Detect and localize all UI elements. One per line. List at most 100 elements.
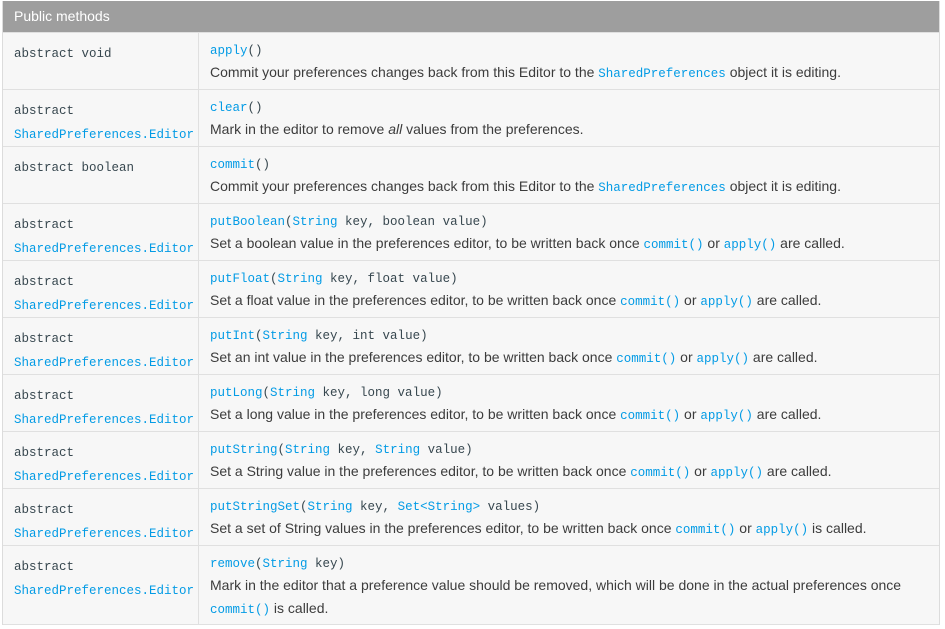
commit-link[interactable]: commit() [644,238,704,252]
param-type-link[interactable]: String [263,329,308,343]
return-type-cell: abstract void [3,33,199,89]
method-description: Mark in the editor that a preference val… [210,577,902,617]
commit-link[interactable]: commit() [675,523,735,537]
method-description: Set a String value in the preferences ed… [210,463,832,480]
public-methods-table: Public methods abstract void apply() Com… [2,1,940,625]
return-type-keyword: abstract [14,389,75,403]
return-type: abstract void [14,47,112,61]
method-link-commit[interactable]: commit [210,158,255,172]
return-type-cell: abstract SharedPreferences.Editor [3,375,199,431]
return-type-keyword: abstract [14,503,75,517]
method-link-putint[interactable]: putInt [210,329,255,343]
param-type-link[interactable]: String [308,500,353,514]
method-link-putstring[interactable]: putString [210,443,278,457]
method-link-remove[interactable]: remove [210,557,255,571]
apply-link[interactable]: apply() [756,523,809,537]
return-type-link[interactable]: SharedPreferences.Editor [14,579,198,603]
method-description: Commit your preferences changes back fro… [210,178,841,195]
method-description: Set a long value in the preferences edit… [210,406,822,423]
method-signature: clear() [210,101,263,115]
method-signature: putLong(String key, long value) [210,386,443,400]
method-row-putlong: abstract SharedPreferences.Editor putLon… [3,374,939,431]
return-type-keyword: abstract [14,218,75,232]
method-row-remove: abstract SharedPreferences.Editor remove… [3,545,939,625]
return-type-keyword: abstract [14,104,75,118]
return-type: abstract boolean [14,161,135,175]
commit-link[interactable]: commit() [620,409,680,423]
method-cell: putString(String key, String value) Set … [199,432,939,488]
apply-link[interactable]: apply() [724,238,777,252]
method-signature: commit() [210,158,271,172]
method-row-putint: abstract SharedPreferences.Editor putInt… [3,317,939,374]
table-header: Public methods [3,1,939,32]
method-signature: remove(String key) [210,557,346,571]
return-type-cell: abstract SharedPreferences.Editor [3,432,199,488]
method-row-apply: abstract void apply() Commit your prefer… [3,32,939,89]
method-link-clear[interactable]: clear [210,101,248,115]
apply-link[interactable]: apply() [700,295,753,309]
param-type-link[interactable]: String [293,215,338,229]
return-type-link[interactable]: SharedPreferences.Editor [14,408,198,432]
return-type-keyword: abstract [14,275,75,289]
method-signature: putStringSet(String key, Set<String> val… [210,500,541,514]
shared-preferences-link[interactable]: SharedPreferences [598,181,726,195]
commit-link[interactable]: commit() [620,295,680,309]
method-signature: putBoolean(String key, boolean value) [210,215,488,229]
return-type-link[interactable]: SharedPreferences.Editor [14,123,198,147]
commit-link[interactable]: commit() [210,603,270,617]
return-type-keyword: abstract [14,332,75,346]
method-row-putstringset: abstract SharedPreferences.Editor putStr… [3,488,939,545]
method-row-putstring: abstract SharedPreferences.Editor putStr… [3,431,939,488]
method-description: Set an int value in the preferences edit… [210,349,818,366]
method-description: Set a float value in the preferences edi… [210,292,822,309]
param-type-link[interactable]: String [270,386,315,400]
table-header-title: Public methods [14,8,110,24]
return-type-cell: abstract SharedPreferences.Editor [3,546,199,624]
param-type-link[interactable]: String [278,272,323,286]
return-type-cell: abstract SharedPreferences.Editor [3,489,199,545]
method-cell: putLong(String key, long value) Set a lo… [199,375,939,431]
param-type-link[interactable]: String [285,443,330,457]
method-signature: apply() [210,44,263,58]
return-type-keyword: abstract [14,560,75,574]
return-type-link[interactable]: SharedPreferences.Editor [14,522,198,546]
method-cell: putStringSet(String key, Set<String> val… [199,489,939,545]
method-link-apply[interactable]: apply [210,44,248,58]
method-cell: putInt(String key, int value) Set an int… [199,318,939,374]
method-link-putlong[interactable]: putLong [210,386,263,400]
method-description: Mark in the editor to remove all values … [210,121,584,137]
method-cell: remove(String key) Mark in the editor th… [199,546,939,624]
apply-link[interactable]: apply() [711,466,764,480]
commit-link[interactable]: commit() [616,352,676,366]
method-link-putstringset[interactable]: putStringSet [210,500,300,514]
return-type-cell: abstract SharedPreferences.Editor [3,261,199,317]
return-type-link[interactable]: SharedPreferences.Editor [14,351,198,375]
apply-link[interactable]: apply() [700,409,753,423]
commit-link[interactable]: commit() [630,466,690,480]
apply-link[interactable]: apply() [697,352,750,366]
method-cell: apply() Commit your preferences changes … [199,33,939,89]
param-type-link[interactable]: String [263,557,308,571]
method-cell: putBoolean(String key, boolean value) Se… [199,204,939,260]
return-type-link[interactable]: SharedPreferences.Editor [14,465,198,489]
method-cell: putFloat(String key, float value) Set a … [199,261,939,317]
return-type-cell: abstract boolean [3,147,199,203]
method-row-putboolean: abstract SharedPreferences.Editor putBoo… [3,203,939,260]
method-cell: clear() Mark in the editor to remove all… [199,90,939,146]
method-cell: commit() Commit your preferences changes… [199,147,939,203]
method-signature: putInt(String key, int value) [210,329,428,343]
return-type-keyword: abstract [14,446,75,460]
method-description: Commit your preferences changes back fro… [210,64,841,81]
method-signature: putFloat(String key, float value) [210,272,458,286]
param-type-link[interactable]: Set<String> [398,500,481,514]
return-type-cell: abstract SharedPreferences.Editor [3,204,199,260]
shared-preferences-link[interactable]: SharedPreferences [598,67,726,81]
return-type-link[interactable]: SharedPreferences.Editor [14,294,198,318]
method-row-clear: abstract SharedPreferences.Editor clear(… [3,89,939,146]
param-type-link[interactable]: String [375,443,420,457]
method-signature: putString(String key, String value) [210,443,473,457]
method-link-putboolean[interactable]: putBoolean [210,215,285,229]
method-description: Set a boolean value in the preferences e… [210,235,845,252]
method-link-putfloat[interactable]: putFloat [210,272,270,286]
return-type-link[interactable]: SharedPreferences.Editor [14,237,198,261]
